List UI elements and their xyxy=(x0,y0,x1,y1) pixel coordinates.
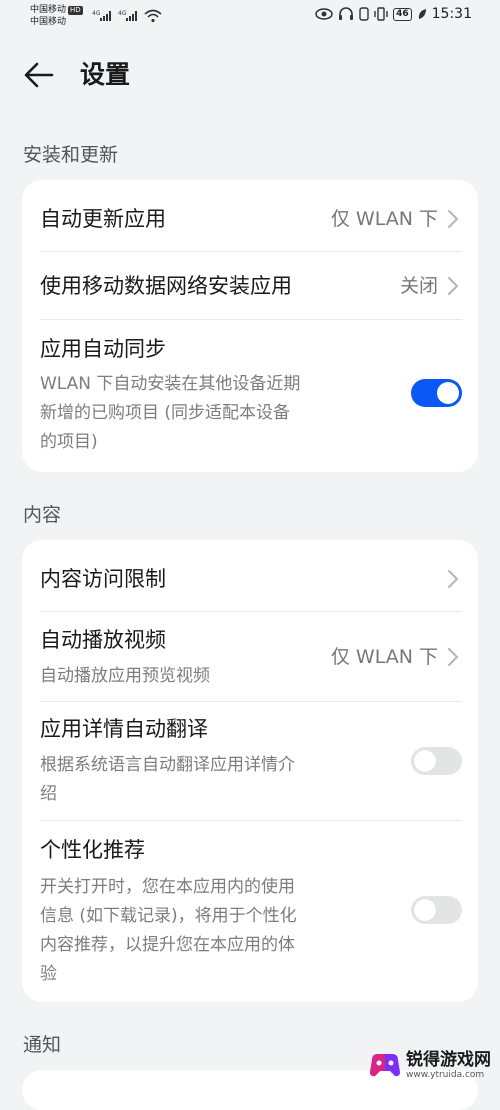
status-bar: 中国移动 HD 中国移动 4G 4G 46 15:31 xyxy=(0,0,500,36)
content-card: 内容访问限制 自动播放视频 自动播放应用预览视频 仅 WLAN 下 应用详情自动… xyxy=(22,540,478,1002)
carrier-info: 中国移动 HD 中国移动 xyxy=(30,4,83,28)
watermark-url: www.ytruida.com xyxy=(406,1069,485,1080)
auto-sync-desc-1: WLAN 下自动安装在其他设备近期 xyxy=(40,374,301,394)
phone-battery-icon xyxy=(359,7,369,21)
personalize-toggle[interactable] xyxy=(411,896,462,924)
hd-badge: HD xyxy=(68,5,83,15)
auto-update-value: 仅 WLAN 下 xyxy=(330,208,438,230)
section-content-label: 内容 xyxy=(23,504,62,526)
access-limit-title: 内容访问限制 xyxy=(40,567,166,591)
page-title: 设置 xyxy=(80,60,131,89)
translate-desc-2: 绍 xyxy=(40,784,57,804)
headphones-icon xyxy=(338,7,354,21)
row-auto-update[interactable]: 自动更新应用 仅 WLAN 下 xyxy=(22,180,478,251)
gamepad-logo-icon xyxy=(370,1054,400,1077)
clock: 15:31 xyxy=(431,6,472,22)
personalize-desc-1: 开关打开时，您在本应用内的使用 xyxy=(40,877,295,897)
autoplay-title: 自动播放视频 xyxy=(40,628,166,652)
back-arrow-icon xyxy=(24,62,54,88)
auto-sync-toggle[interactable] xyxy=(411,379,462,407)
mobile-install-value: 关闭 xyxy=(399,275,438,297)
eye-icon xyxy=(315,8,333,20)
back-button[interactable] xyxy=(22,58,56,92)
auto-sync-desc-3: 的项目) xyxy=(40,432,98,452)
watermark: 锐得游戏网 www.ytruida.com xyxy=(368,1046,500,1084)
chevron-right-icon xyxy=(448,210,459,228)
toggle-knob xyxy=(414,899,436,921)
autoplay-value: 仅 WLAN 下 xyxy=(330,646,438,668)
translate-desc-1: 根据系统语言自动翻译应用详情介 xyxy=(40,755,295,775)
title-bar: 设置 xyxy=(0,44,500,104)
auto-sync-title: 应用自动同步 xyxy=(40,337,166,361)
wifi-icon xyxy=(144,9,162,23)
row-auto-sync: 应用自动同步 WLAN 下自动安装在其他设备近期 新增的已购项目 (同步适配本设… xyxy=(22,320,478,472)
row-mobile-install[interactable]: 使用移动数据网络安装应用 关闭 xyxy=(22,252,478,319)
network-type-2: 4G xyxy=(118,10,127,17)
signal-icon-2: 4G xyxy=(118,10,137,21)
personalize-desc-4: 验 xyxy=(40,964,57,984)
vibrate-icon xyxy=(374,7,388,21)
network-type-1: 4G xyxy=(92,10,101,17)
toggle-knob xyxy=(437,382,459,404)
row-autoplay[interactable]: 自动播放视频 自动播放应用预览视频 仅 WLAN 下 xyxy=(22,612,478,701)
auto-sync-desc-2: 新增的已购项目 (同步适配本设备 xyxy=(40,403,291,423)
section-notify-label: 通知 xyxy=(23,1034,62,1056)
auto-update-title: 自动更新应用 xyxy=(40,207,166,231)
autoplay-desc: 自动播放应用预览视频 xyxy=(40,666,210,686)
translate-title: 应用详情自动翻译 xyxy=(40,717,208,741)
carrier-2: 中国移动 xyxy=(30,17,67,27)
personalize-desc-3: 内容推荐，以提升您在本应用的体 xyxy=(40,935,295,955)
toggle-knob xyxy=(414,750,436,772)
translate-toggle[interactable] xyxy=(411,747,462,775)
row-personalize: 个性化推荐 开关打开时，您在本应用内的使用 信息 (如下载记录)，将用于个性化 … xyxy=(22,821,478,1002)
install-card: 自动更新应用 仅 WLAN 下 使用移动数据网络安装应用 关闭 应用自动同步 W… xyxy=(22,180,478,472)
row-translate: 应用详情自动翻译 根据系统语言自动翻译应用详情介 绍 xyxy=(22,702,478,820)
chevron-right-icon xyxy=(448,570,459,588)
row-access-limit[interactable]: 内容访问限制 xyxy=(22,540,478,611)
chevron-right-icon xyxy=(448,648,459,666)
section-install-label: 安装和更新 xyxy=(23,144,119,166)
leaf-icon xyxy=(417,8,427,20)
watermark-name: 锐得游戏网 xyxy=(406,1049,491,1070)
carrier-1: 中国移动 xyxy=(30,5,67,15)
personalize-title: 个性化推荐 xyxy=(40,838,145,862)
mobile-install-title: 使用移动数据网络安装应用 xyxy=(40,274,292,298)
signal-icon: 4G xyxy=(92,10,111,21)
personalize-desc-2: 信息 (如下载记录)，将用于个性化 xyxy=(40,906,297,926)
chevron-right-icon xyxy=(448,277,459,295)
battery-level: 46 xyxy=(393,7,412,21)
